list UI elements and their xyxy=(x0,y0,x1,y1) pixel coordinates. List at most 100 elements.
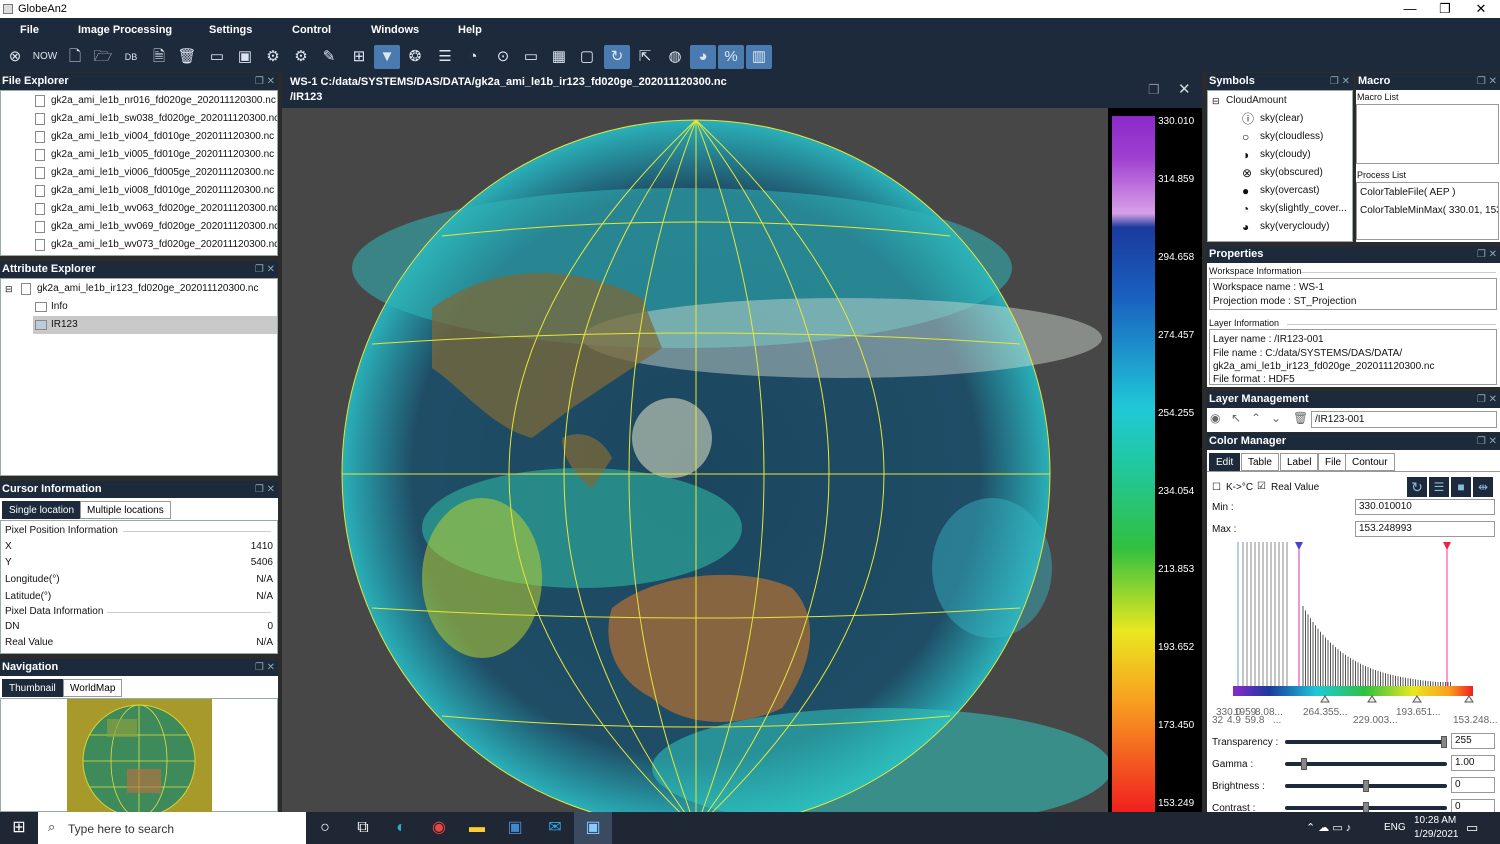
settings-icon[interactable]: ⚙ xyxy=(260,45,286,69)
real-value-checkbox[interactable]: ☑ xyxy=(1257,481,1266,492)
symbol-item[interactable]: ◔ sky(slightly_cover... xyxy=(1242,200,1347,218)
save-icon[interactable]: ▣ xyxy=(232,45,258,69)
collapse-icon[interactable]: ⊟ xyxy=(5,284,13,294)
panel-controls-icon[interactable]: ❐ ✕ xyxy=(1330,73,1350,90)
chrome-icon[interactable]: ◉ xyxy=(420,812,458,844)
file-list-item[interactable]: gk2a_ami_le1b_wv073_fd020ge_202011120300… xyxy=(35,236,277,254)
histogram-editor[interactable] xyxy=(1213,542,1493,712)
panel-controls-icon[interactable]: ❐ ✕ xyxy=(255,481,275,498)
slider-handle[interactable] xyxy=(1300,758,1307,770)
slider-handle[interactable] xyxy=(1441,736,1447,748)
delete-icon[interactable]: 🗑 xyxy=(174,45,200,69)
store-icon[interactable]: ▣ xyxy=(496,812,534,844)
colorbar-icon[interactable]: ▥ xyxy=(746,45,772,69)
language-indicator[interactable]: ENG xyxy=(1384,822,1406,833)
edge-icon[interactable]: ◐ xyxy=(382,812,420,844)
k-to-c-checkbox[interactable]: ☐ xyxy=(1212,482,1221,493)
file-list-item[interactable]: gk2a_ami_le1b_nr016_fd020ge_202011120300… xyxy=(35,92,276,110)
symbol-item[interactable]: ◕ sky(verycloudy) xyxy=(1242,218,1329,236)
tab-multiple-locations[interactable]: Multiple locations xyxy=(80,501,171,519)
file-list-item[interactable]: gk2a_ami_le1b_vi008_fd010ge_202011120300… xyxy=(35,182,274,200)
tray-icons[interactable]: ⌃ ☁ ▭ ♪ xyxy=(1306,821,1351,834)
minimize-button[interactable]: — xyxy=(1392,0,1428,18)
panel-controls-icon[interactable]: ❐ ✕ xyxy=(1477,433,1497,450)
task-view-icon[interactable]: ⧉ xyxy=(344,812,382,844)
contrast-input[interactable]: 0 xyxy=(1451,799,1495,812)
menu-file[interactable]: File xyxy=(20,24,39,36)
transparency-slider[interactable] xyxy=(1285,736,1447,748)
restore-icon[interactable]: ❐ xyxy=(1148,82,1160,98)
process-item[interactable]: ColorTableMinMax( 330.01, 153 xyxy=(1360,205,1498,216)
tab-single-location[interactable]: Single location xyxy=(2,501,82,519)
panel-controls-icon[interactable]: ❐ ✕ xyxy=(255,261,275,278)
panel-controls-icon[interactable]: ❐ ✕ xyxy=(1477,73,1497,90)
tab-worldmap[interactable]: WorldMap xyxy=(63,679,123,697)
tab-file[interactable]: File xyxy=(1318,453,1349,471)
gear-icon[interactable]: ⚙ xyxy=(288,45,314,69)
process-item[interactable]: ColorTableFile( AEP ) xyxy=(1360,187,1455,198)
globe-earth-icon[interactable]: ◕ xyxy=(690,45,716,69)
notification-icon[interactable]: ▭ xyxy=(1466,820,1478,836)
window-icon[interactable]: ▭ xyxy=(518,45,544,69)
now-button[interactable]: NOW xyxy=(30,45,60,69)
slider-handle[interactable] xyxy=(1363,802,1369,812)
collapse-icon[interactable]: ⊟ xyxy=(1212,96,1220,106)
add-file-icon[interactable]: 🗎 xyxy=(146,45,172,69)
gamma-input[interactable]: 1.00 xyxy=(1451,755,1495,771)
stop-icon[interactable]: ⊗ xyxy=(2,45,28,69)
tab-edit[interactable]: Edit xyxy=(1209,453,1241,471)
panel-controls-icon[interactable]: ❐ ✕ xyxy=(255,659,275,676)
tab-contour[interactable]: Contour xyxy=(1345,453,1395,471)
panel-controls-icon[interactable]: ❐ ✕ xyxy=(1477,391,1497,408)
cursor-icon[interactable]: ↖ xyxy=(1231,411,1241,425)
transparency-input[interactable]: 255 xyxy=(1451,733,1495,749)
db-button[interactable]: DB xyxy=(118,45,144,69)
refresh-icon[interactable]: ↻ xyxy=(1407,477,1427,497)
globe-icon[interactable]: ◍ xyxy=(662,45,688,69)
clock-time[interactable]: 10:28 AM xyxy=(1414,815,1456,826)
brightness-input[interactable]: 0 xyxy=(1451,777,1495,793)
panel-controls-icon[interactable]: ❐ ✕ xyxy=(1477,246,1497,263)
file-list-item[interactable]: gk2a_ami_le1b_vi004_fd010ge_202011120300… xyxy=(35,128,274,146)
list-icon[interactable]: ☰ xyxy=(432,45,458,69)
globe-view[interactable] xyxy=(282,108,1202,812)
panel-controls-icon[interactable]: ❐ ✕ xyxy=(255,73,275,90)
refresh-icon[interactable]: ↻ xyxy=(604,45,630,69)
frame-icon[interactable]: ▢ xyxy=(574,45,600,69)
symbol-item[interactable]: ⊗ sky(obscured) xyxy=(1242,164,1323,182)
max-input[interactable]: 153.248993 xyxy=(1355,521,1495,537)
filter-icon[interactable]: ▼ xyxy=(374,45,400,69)
calculator-icon[interactable]: ⊞ xyxy=(346,45,372,69)
brush-icon[interactable]: ✎ xyxy=(316,45,342,69)
tab-table[interactable]: Table xyxy=(1241,453,1279,471)
tab-thumbnail[interactable]: Thumbnail xyxy=(2,679,63,697)
windows-start-icon[interactable]: ⊞ xyxy=(0,812,38,844)
brightness-slider[interactable] xyxy=(1285,780,1447,792)
symbol-item[interactable]: ⓘ sky(clear) xyxy=(1242,110,1303,128)
menu-control[interactable]: Control xyxy=(292,24,331,36)
open-folder-icon[interactable]: 🗁 xyxy=(90,45,116,69)
move-up-icon[interactable]: ⌃ xyxy=(1251,411,1261,425)
symbol-item[interactable]: ● sky(overcast) xyxy=(1242,182,1319,200)
grid-icon[interactable]: ▦ xyxy=(546,45,572,69)
gamma-slider[interactable] xyxy=(1285,758,1447,770)
cortana-icon[interactable]: ○ xyxy=(306,812,344,844)
file-list-item[interactable]: gk2a_ami_le1b_vi006_fd005ge_202011120300… xyxy=(35,164,274,182)
process-list[interactable]: ColorTableFile( AEP ) ColorTableMinMax( … xyxy=(1356,182,1499,240)
globean-taskbar-icon[interactable]: ▣ xyxy=(574,812,612,844)
menu-help[interactable]: Help xyxy=(458,24,482,36)
file-list-item[interactable]: gk2a_ami_le1b_vi005_fd010ge_202011120300… xyxy=(35,146,274,164)
folder-icon[interactable]: ▭ xyxy=(204,45,230,69)
taskbar-search[interactable]: ⌕ Type here to search xyxy=(38,812,306,844)
mail-icon[interactable]: ✉ xyxy=(536,812,574,844)
new-file-icon[interactable]: 🗋 xyxy=(62,45,88,69)
tree-item-ir123[interactable]: IR123 xyxy=(33,316,277,334)
symbol-item[interactable]: ○ sky(cloudless) xyxy=(1242,128,1323,146)
slider-handle[interactable] xyxy=(1363,780,1369,792)
tree-item-info[interactable]: Info xyxy=(35,298,275,316)
layer-item[interactable]: /IR123-001 xyxy=(1311,411,1497,428)
contrast-slider[interactable] xyxy=(1285,802,1447,812)
tree-root[interactable]: ⊟ gk2a_ami_le1b_ir123_fd020ge_2020111203… xyxy=(5,280,259,298)
close-workspace-icon[interactable]: ✕ xyxy=(1178,80,1191,98)
file-list-item[interactable]: gk2a_ami_le1b_wv063_fd020ge_202011120300… xyxy=(35,200,277,218)
